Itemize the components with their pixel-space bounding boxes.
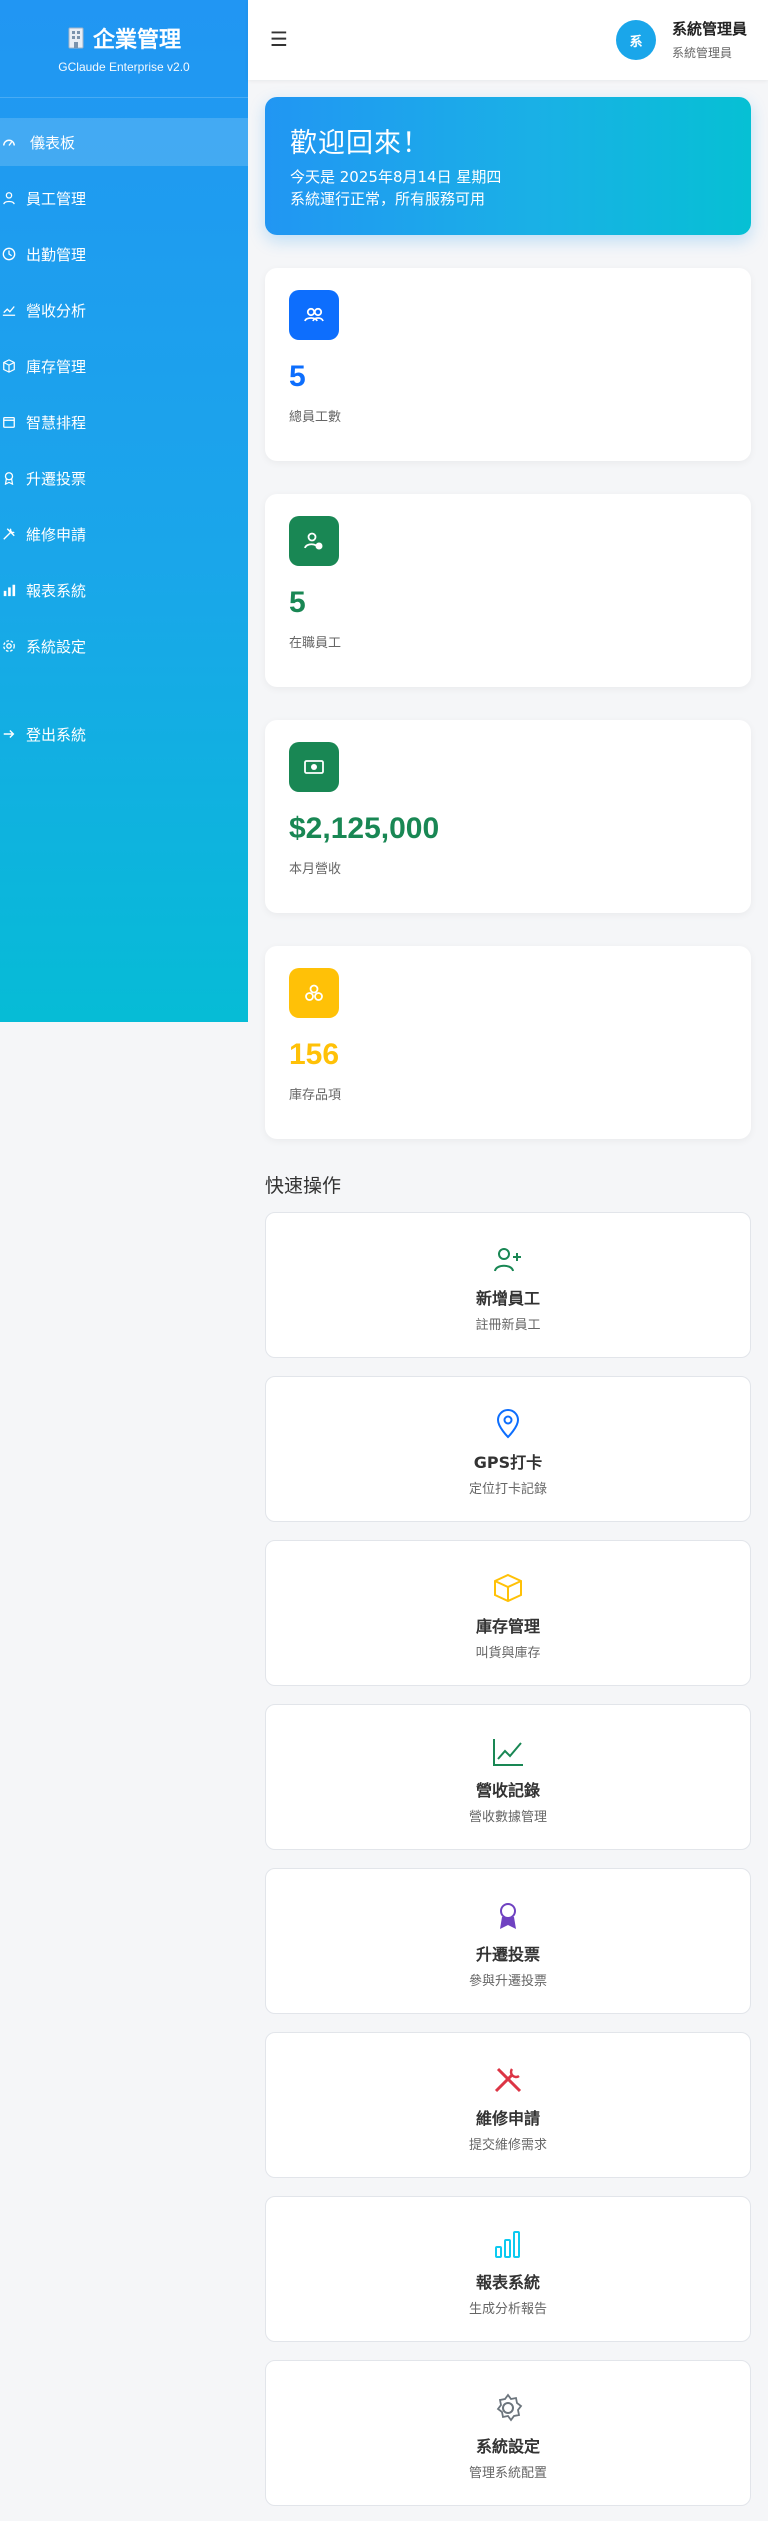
- stat-label: 本月營收: [289, 862, 342, 877]
- avatar[interactable]: 系: [616, 20, 656, 60]
- stat-card-active-employees: 5 在職員工: [265, 494, 751, 687]
- person-plus-icon: [266, 1245, 750, 1275]
- stat-value: 5: [289, 360, 306, 393]
- bar-chart-icon: [2, 582, 18, 598]
- quick-action-promotion-vote[interactable]: 升遷投票 參與升遷投票: [265, 1868, 751, 2014]
- chart-line-icon: [2, 302, 18, 318]
- boxes-icon: [289, 968, 339, 1018]
- sidebar-item-employees[interactable]: 員工管理: [0, 174, 248, 222]
- people-icon: [289, 290, 339, 340]
- quick-action-subtitle: 註冊新員工: [475, 1318, 541, 1333]
- sidebar-item-label: 出勤管理: [26, 245, 87, 264]
- logout-icon: [2, 726, 18, 742]
- gear-icon: [2, 638, 18, 654]
- sidebar-item-label: 儀表板: [30, 133, 76, 152]
- sidebar-item-maintenance[interactable]: 維修申請: [0, 510, 248, 558]
- stat-label: 總員工數: [289, 410, 342, 425]
- stat-card-inventory-items: 156 庫存品項: [265, 946, 751, 1139]
- welcome-banner: 歡迎回來！ 今天是 2025年8月14日 星期四 系統運行正常，所有服務可用: [265, 97, 751, 235]
- sidebar-item-label: 營收分析: [26, 301, 87, 320]
- stat-value: $2,125,000: [289, 812, 440, 845]
- sidebar-item-attendance[interactable]: 出勤管理: [0, 230, 248, 278]
- quick-action-revenue[interactable]: 營收記錄 營收數據管理: [265, 1704, 751, 1850]
- sidebar-item-scheduling[interactable]: 智慧排程: [0, 398, 248, 446]
- welcome-status: 系統運行正常，所有服務可用: [290, 190, 486, 208]
- sidebar-item-label: 庫存管理: [26, 357, 87, 376]
- top-header: ☰ 系 系統管理員 系統管理員: [248, 0, 768, 80]
- quick-action-subtitle: 叫貨與庫存: [475, 1646, 541, 1661]
- stat-card-monthly-revenue: $2,125,000 本月營收: [265, 720, 751, 913]
- brand-subtitle: GClaude Enterprise v2.0: [58, 60, 190, 74]
- quick-action-title: GPS打卡: [473, 1453, 543, 1472]
- sidebar-item-revenue[interactable]: 營收分析: [0, 286, 248, 334]
- quick-action-title: 庫存管理: [475, 1617, 540, 1636]
- sidebar-item-settings[interactable]: 系統設定: [0, 622, 248, 670]
- quick-action-add-employee[interactable]: 新增員工 註冊新員工: [265, 1212, 751, 1358]
- quick-action-title: 升遷投票: [475, 1945, 540, 1964]
- tools-icon: [266, 2065, 750, 2095]
- quick-action-title: 維修申請: [475, 2109, 540, 2128]
- user-role: 系統管理員: [672, 46, 733, 60]
- user-name: 系統管理員: [672, 20, 748, 38]
- logout-label: 登出系統: [26, 725, 87, 744]
- stat-value: 5: [289, 586, 306, 619]
- box-icon: [266, 1573, 750, 1603]
- brand: 企業管理 GClaude Enterprise v2.0: [0, 0, 248, 98]
- sidebar-item-label: 員工管理: [26, 189, 87, 208]
- sidebar-item-label: 報表系統: [26, 581, 87, 600]
- quick-action-subtitle: 參與升遷投票: [468, 1974, 547, 1989]
- sidebar-item-label: 系統設定: [26, 637, 87, 656]
- tools-icon: [2, 526, 18, 542]
- award-icon: [266, 1901, 750, 1931]
- clock-icon: [2, 246, 18, 262]
- dashboard-icon: [2, 134, 18, 150]
- chart-line-icon: [266, 1737, 750, 1767]
- quick-action-title: 營收記錄: [475, 1781, 540, 1800]
- stat-value: 156: [289, 1038, 340, 1071]
- quick-action-maintenance[interactable]: 維修申請 提交維修需求: [265, 2032, 751, 2178]
- stat-label: 在職員工: [289, 636, 342, 651]
- quick-action-subtitle: 營收數據管理: [468, 1810, 547, 1825]
- welcome-title: 歡迎回來！: [290, 128, 430, 159]
- menu-toggle-icon[interactable]: ☰: [270, 27, 288, 51]
- stat-card-total-employees: 5 總員工數: [265, 268, 751, 461]
- sidebar: 企業管理 GClaude Enterprise v2.0 儀表板 員工管理 出勤…: [0, 0, 248, 1022]
- bar-chart-icon: [266, 2229, 750, 2259]
- main-content: 歡迎回來！ 今天是 2025年8月14日 星期四 系統運行正常，所有服務可用 5…: [265, 97, 751, 2521]
- sidebar-item-label: 升遷投票: [26, 469, 87, 488]
- stat-label: 庫存品項: [289, 1088, 342, 1103]
- sidebar-item-reports[interactable]: 報表系統: [0, 566, 248, 614]
- sidebar-item-label: 維修申請: [26, 525, 87, 544]
- gear-icon: [266, 2393, 750, 2423]
- quick-action-settings[interactable]: 系統設定 管理系統配置: [265, 2360, 751, 2506]
- quick-action-title: 系統設定: [475, 2437, 540, 2456]
- map-pin-icon: [266, 1409, 750, 1439]
- sidebar-item-dashboard[interactable]: 儀表板: [0, 118, 248, 166]
- quick-action-subtitle: 生成分析報告: [468, 2302, 547, 2317]
- quick-action-gps-clock-in[interactable]: GPS打卡 定位打卡記錄: [265, 1376, 751, 1522]
- sidebar-item-promotion-vote[interactable]: 升遷投票: [0, 454, 248, 502]
- award-icon: [2, 470, 18, 486]
- calendar-icon: [2, 414, 18, 430]
- quick-action-subtitle: 提交維修需求: [468, 2138, 547, 2153]
- building-icon: [67, 27, 85, 49]
- sidebar-item-inventory[interactable]: 庫存管理: [0, 342, 248, 390]
- cash-icon: [289, 742, 339, 792]
- quick-action-inventory[interactable]: 庫存管理 叫貨與庫存: [265, 1540, 751, 1686]
- quick-action-subtitle: 定位打卡記錄: [468, 1482, 547, 1497]
- welcome-date: 今天是 2025年8月14日 星期四: [290, 168, 502, 186]
- quick-action-subtitle: 管理系統配置: [468, 2466, 547, 2481]
- quick-actions-title: 快速操作: [265, 1175, 342, 1197]
- quick-action-title: 新增員工: [475, 1289, 540, 1308]
- box-icon: [2, 358, 18, 374]
- brand-title: 企業管理: [0, 22, 248, 54]
- logout-button[interactable]: 登出系統: [0, 710, 248, 758]
- users-icon: [2, 190, 18, 206]
- sidebar-nav: 儀表板 員工管理 出勤管理 營收分析 庫存管理 智慧排程 升遷投票 維修申請 報…: [0, 118, 248, 758]
- sidebar-item-label: 智慧排程: [26, 413, 87, 432]
- person-check-icon: [289, 516, 339, 566]
- quick-action-reports[interactable]: 報表系統 生成分析報告: [265, 2196, 751, 2342]
- quick-action-title: 報表系統: [475, 2273, 540, 2292]
- brand-name: 企業管理: [92, 28, 181, 53]
